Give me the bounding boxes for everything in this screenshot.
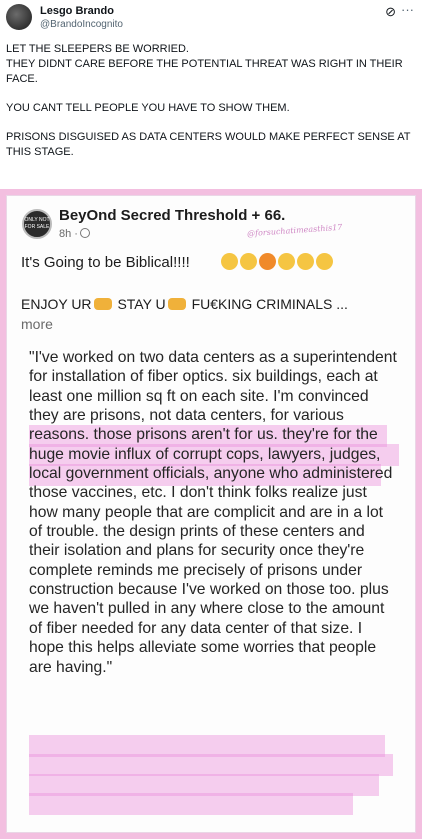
middle-finger-icon: [93, 298, 112, 310]
tweet-header: Lesgo Brando @BrandoIncognito ⊘ ···: [0, 0, 422, 40]
tweet-paragraph-1: LET THE SLEEPERS BE WORRIED. THEY DIDNT …: [6, 43, 403, 85]
more-icon[interactable]: ···: [401, 2, 414, 17]
shock-emoji-icon: [297, 253, 314, 271]
kiss-emoji-icon: [259, 253, 276, 271]
watermark: @forsuchatimeasthis17: [246, 222, 343, 239]
post-caption: It's Going to be Biblical!!!!: [21, 254, 190, 271]
post-line-2: ENJOY UR STAY U FU€KING CRIMINALS ... mo…: [21, 294, 411, 334]
shock-emoji-icon: [278, 253, 295, 271]
tweet-text: LET THE SLEEPERS BE WORRIED. THEY DIDNT …: [6, 42, 416, 174]
emoji-row: [221, 253, 335, 271]
line2-part-a: ENJOY UR: [21, 296, 92, 312]
post-time: 8h ·: [59, 228, 90, 240]
page-name: BeyOnd Secred Threshold + 66.: [59, 207, 286, 224]
author-name[interactable]: Lesgo Brando: [40, 5, 114, 17]
page-avatar: ONLY NOT FOR SALE: [22, 209, 52, 239]
avatar[interactable]: [6, 4, 32, 30]
grok-icon[interactable]: ⊘: [385, 4, 396, 20]
tweet-image[interactable]: ONLY NOT FOR SALE BeyOnd Secred Threshol…: [0, 189, 422, 839]
post-time-label: 8h ·: [59, 228, 78, 240]
facebook-post-screenshot: ONLY NOT FOR SALE BeyOnd Secred Threshol…: [6, 195, 416, 833]
author-handle[interactable]: @BrandoIncognito: [40, 19, 123, 30]
tweet-paragraph-2: YOU CANT TELL PEOPLE YOU HAVE TO SHOW TH…: [6, 102, 290, 114]
quote-text: "I've worked on two data centers as a su…: [29, 349, 397, 676]
highlight-band: [29, 754, 393, 776]
line2-part-b: STAY U: [117, 296, 166, 312]
laugh-emoji-icon: [240, 253, 257, 271]
line2-part-c: FU€KING CRIMINALS ...: [191, 296, 348, 312]
grin-emoji-icon: [221, 253, 238, 271]
highlight-band: [29, 793, 353, 815]
shock-emoji-icon: [316, 253, 333, 271]
middle-finger-icon: [167, 298, 186, 310]
quote-text-block: "I've worked on two data centers as a su…: [29, 348, 399, 815]
see-more-link[interactable]: more: [21, 316, 53, 332]
tweet-paragraph-3: PRISONS DISGUISED AS DATA CENTERS WOULD …: [6, 131, 411, 158]
globe-icon: [79, 228, 90, 238]
